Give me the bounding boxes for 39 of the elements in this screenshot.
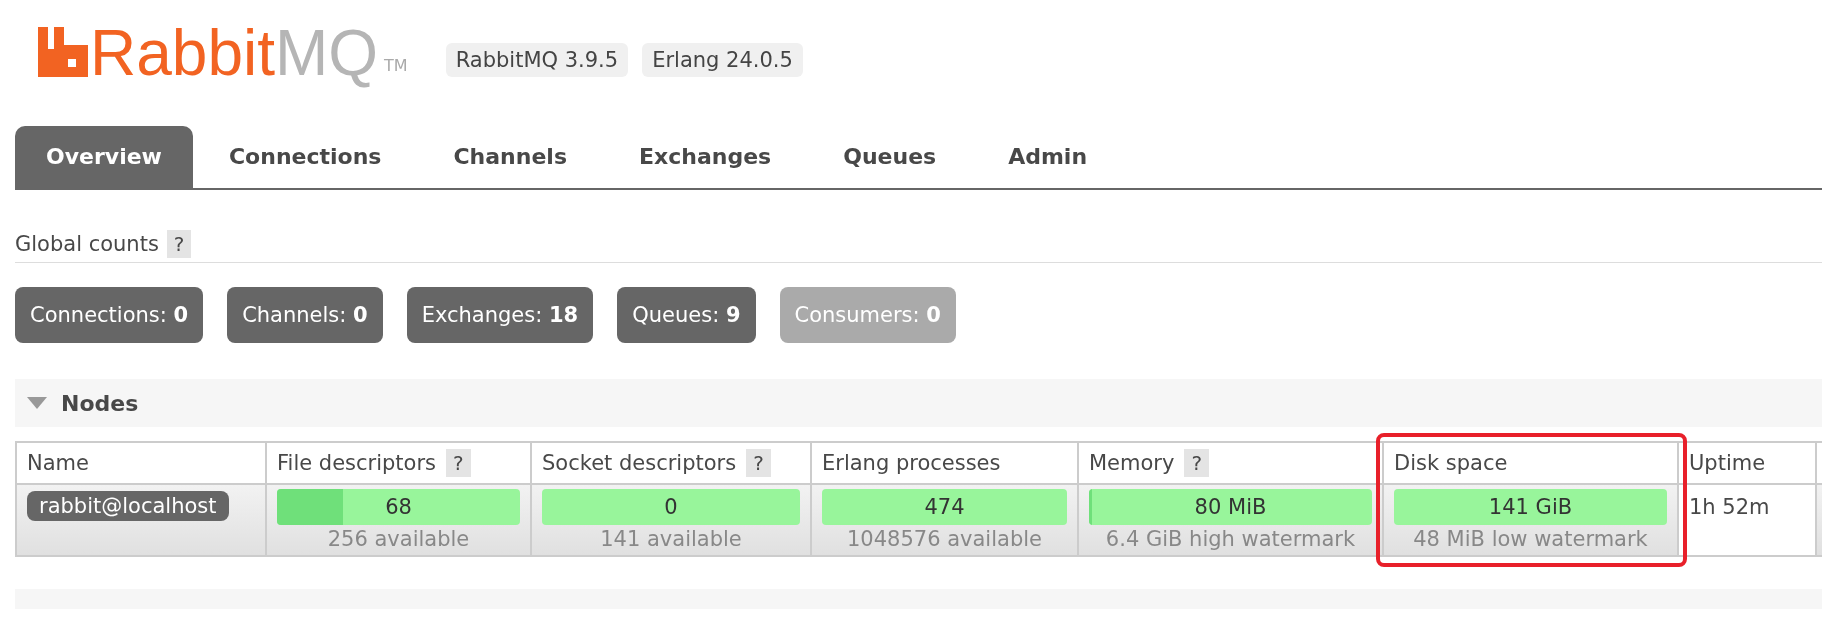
count-button[interactable]: Channels: 0: [227, 287, 383, 343]
nav-tab[interactable]: Connections: [192, 126, 418, 188]
meter-note: 256 available: [326, 527, 471, 551]
nav-tab[interactable]: Exchanges: [603, 126, 808, 188]
meter-reading: 474: [923, 494, 966, 521]
nav-tab[interactable]: Channels: [417, 126, 603, 188]
nav-tab[interactable]: Admin: [972, 126, 1124, 188]
count-button[interactable]: Queues: 9: [617, 287, 756, 343]
help-button[interactable]: ?: [446, 449, 471, 477]
count-button[interactable]: Connections: 0: [15, 287, 204, 343]
nav-tab[interactable]: Overview: [15, 126, 193, 188]
logo-text: Rabbit: [90, 21, 275, 85]
count-button[interactable]: Exchanges: 18: [406, 287, 594, 343]
help-button[interactable]: ?: [166, 230, 192, 258]
nav-tab[interactable]: Queues: [807, 126, 973, 188]
column-header: Name: [16, 442, 266, 484]
column-header: Socket descriptors ?: [531, 442, 811, 484]
node-link[interactable]: rabbit@localhost: [27, 491, 229, 521]
version-badge: RabbitMQ 3.9.5: [445, 43, 629, 77]
meter-reading: 80 MiB: [1193, 494, 1268, 521]
meter-reading: 68: [384, 494, 413, 521]
column-header: Disk space: [1383, 442, 1678, 484]
version-badge: Erlang 24.0.5: [642, 43, 803, 77]
uptime-value: 1h 52m: [1689, 495, 1770, 519]
meter-reading: 0: [663, 494, 679, 521]
meter-reading: 141 GiB: [1487, 494, 1574, 521]
trademark-mark: TM: [384, 56, 408, 75]
meter-note: 1048576 available: [846, 527, 1043, 551]
meter-note: 141 available: [599, 527, 743, 551]
column-header: File descriptors ?: [266, 442, 531, 484]
help-button[interactable]: ?: [746, 449, 771, 477]
section-header[interactable]: Nodes: [15, 379, 1822, 427]
section-heading: Nodes: [61, 390, 139, 416]
section-heading: Global counts: [15, 232, 159, 256]
column-header: Erlang processes: [811, 442, 1078, 484]
help-button[interactable]: ?: [1184, 449, 1210, 477]
rabbit-logo-icon: [38, 27, 88, 77]
meter-note: 48 MiB low watermark: [1412, 527, 1649, 551]
meter-note: 6.4 GiB high watermark: [1104, 527, 1357, 551]
